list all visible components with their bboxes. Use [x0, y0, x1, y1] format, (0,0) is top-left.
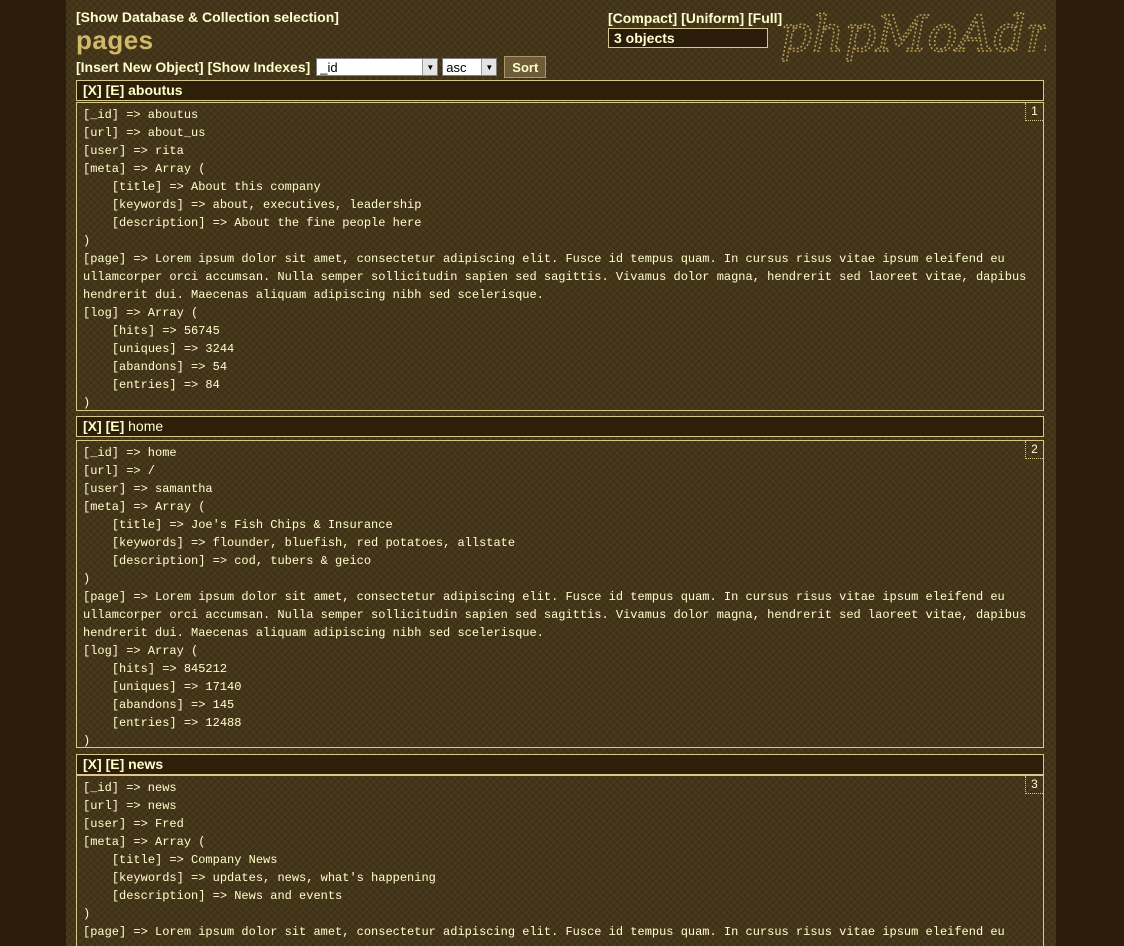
document-content: [_id] => news [url] => news [user] => Fr… — [83, 781, 1005, 939]
document-body: 2 [_id] => home [url] => / [user] => sam… — [76, 440, 1044, 748]
show-indexes-link[interactable]: [Show Indexes] — [208, 59, 311, 75]
edit-document-link[interactable]: [E] — [106, 756, 125, 772]
document-body: 1 [_id] => aboutus [url] => about_us [us… — [76, 102, 1044, 411]
object-count: 3 objects — [608, 28, 768, 48]
sort-order-select[interactable]: asc ▼ — [442, 58, 498, 76]
view-uniform-link[interactable]: [Uniform] — [681, 10, 744, 26]
edit-document-link[interactable]: [E] — [106, 418, 125, 434]
show-db-collection-link[interactable]: [Show Database & Collection selection] — [76, 9, 339, 25]
sort-field-value: _id — [320, 59, 338, 75]
document-index: 3 — [1025, 776, 1043, 794]
collection-actions: [Insert New Object] [Show Indexes] _id ▼… — [76, 56, 547, 78]
document-content: [_id] => aboutus [url] => about_us [user… — [83, 108, 1027, 410]
document-header: [X] [E] aboutus — [76, 80, 1044, 101]
chevron-down-icon: ▼ — [422, 59, 438, 75]
view-mode-links: [Compact] [Uniform] [Full] — [608, 10, 782, 26]
main-panel: [Show Database & Collection selection] p… — [66, 0, 1056, 946]
sort-button[interactable]: Sort — [504, 56, 547, 78]
app-logo: phpMoAdmin — [779, 4, 1046, 64]
document-id-label: aboutus — [128, 82, 183, 98]
delete-document-link[interactable]: [X] — [83, 756, 102, 772]
document-header: [X] [E] news — [76, 754, 1044, 775]
edit-document-link[interactable]: [E] — [106, 82, 125, 98]
delete-document-link[interactable]: [X] — [83, 82, 102, 98]
document-index: 2 — [1025, 441, 1043, 459]
sort-order-value: asc — [446, 59, 467, 75]
document-header: [X] [E] home — [76, 416, 1044, 437]
app-logo-text: phpMoAdmin — [780, 5, 1046, 63]
collection-title: pages — [76, 25, 154, 55]
sort-field-select[interactable]: _id ▼ — [316, 58, 439, 76]
document-body: 3 [_id] => news [url] => news [user] => … — [76, 775, 1044, 946]
document-content: [_id] => home [url] => / [user] => saman… — [83, 446, 1027, 748]
insert-object-link[interactable]: [Insert New Object] — [76, 59, 204, 75]
chevron-down-icon: ▼ — [481, 59, 497, 75]
document-index: 1 — [1025, 103, 1043, 121]
delete-document-link[interactable]: [X] — [83, 418, 102, 434]
document-id-label: news — [128, 756, 164, 772]
document-id-label: home — [128, 418, 164, 434]
view-compact-link[interactable]: [Compact] — [608, 10, 677, 26]
